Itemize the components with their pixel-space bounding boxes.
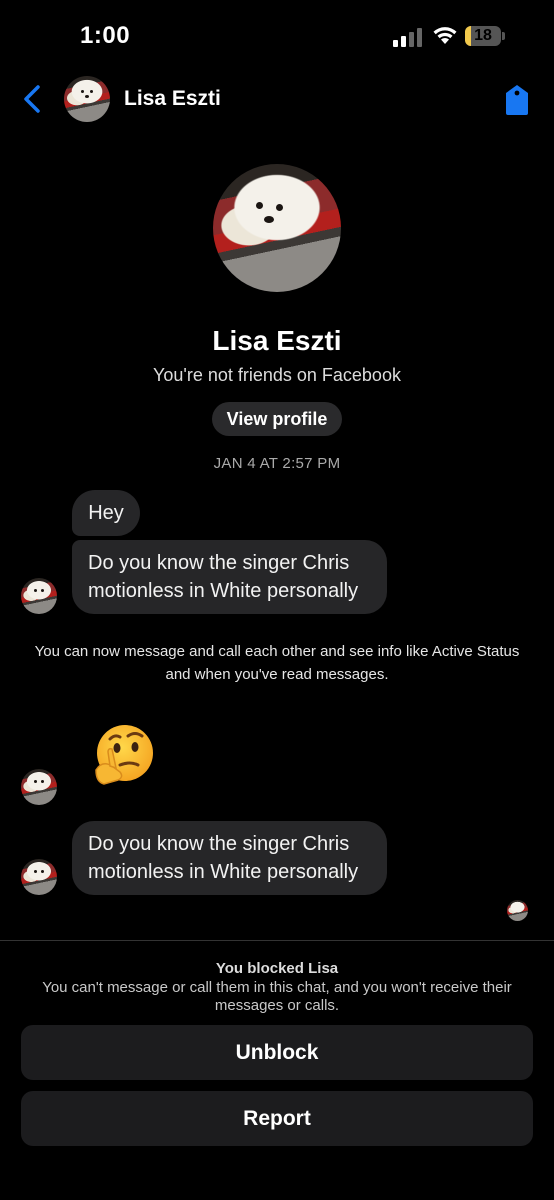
divider bbox=[0, 940, 554, 941]
thinking-face-emoji-icon[interactable] bbox=[90, 722, 156, 788]
profile-name: Lisa Eszti bbox=[212, 325, 342, 356]
battery-icon: 18 bbox=[465, 26, 501, 46]
friendship-status: You're not friends on Facebook bbox=[153, 365, 401, 385]
wifi-icon bbox=[433, 27, 457, 44]
read-receipt-avatar bbox=[507, 900, 528, 921]
profile-avatar[interactable] bbox=[213, 164, 341, 292]
back-chevron-icon[interactable] bbox=[20, 84, 46, 114]
unblock-button[interactable]: Unblock bbox=[21, 1025, 533, 1080]
blocked-description: You can't message or call them in this c… bbox=[42, 979, 512, 1014]
blocked-title: You blocked Lisa bbox=[215, 960, 339, 977]
header-contact-name[interactable]: Lisa Eszti bbox=[124, 87, 221, 111]
message-bubble[interactable]: Do you know the singer Chris motionless … bbox=[72, 540, 387, 614]
connection-notice: You can now message and call each other … bbox=[34, 643, 520, 683]
message-bubble[interactable]: Do you know the singer Chris motionless … bbox=[72, 821, 387, 895]
status-time: 1:00 bbox=[80, 22, 131, 49]
battery-percent: 18 bbox=[474, 27, 492, 44]
sender-avatar[interactable] bbox=[21, 859, 57, 895]
sender-avatar[interactable] bbox=[21, 578, 57, 614]
message-bubble[interactable]: Hey bbox=[72, 490, 140, 536]
view-profile-button[interactable]: View profile bbox=[212, 402, 342, 436]
battery-nub bbox=[502, 32, 505, 40]
header-avatar[interactable] bbox=[64, 76, 110, 122]
shield-tag-icon[interactable] bbox=[504, 84, 530, 116]
sender-avatar[interactable] bbox=[21, 769, 57, 805]
cellular-signal-icon bbox=[393, 27, 423, 47]
report-button[interactable]: Report bbox=[21, 1091, 533, 1146]
message-timestamp: JAN 4 AT 2:57 PM bbox=[213, 455, 341, 472]
